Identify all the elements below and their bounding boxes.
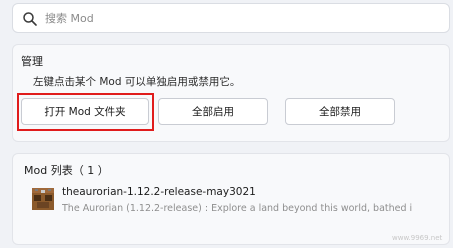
mod-name: theaurorian-1.12.2-release-may3021 [62, 186, 256, 198]
mod-list-item[interactable]: theaurorian-1.12.2-release-may3021 The A… [24, 184, 444, 224]
mod-description: The Aurorian (1.12.2-release) : Explore … [62, 203, 412, 214]
search-box[interactable] [12, 3, 450, 33]
disable-all-button[interactable]: 全部禁用 [285, 98, 395, 125]
mod-list-title: Mod 列表（ 1 ） [24, 164, 109, 177]
highlight-box [17, 93, 154, 131]
search-input[interactable] [45, 4, 425, 32]
enable-all-button[interactable]: 全部启用 [158, 98, 268, 125]
mod-manager-page: 管理 左键点击某个 Mod 可以单独启用或禁用它。 打开 Mod 文件夹 全部启… [0, 0, 453, 248]
manage-title: 管理 [21, 55, 43, 68]
crafting-table-icon [32, 188, 54, 210]
watermark: www.9969.net [392, 234, 443, 242]
manage-description: 左键点击某个 Mod 可以单独启用或禁用它。 [33, 76, 241, 88]
search-icon [23, 12, 37, 26]
